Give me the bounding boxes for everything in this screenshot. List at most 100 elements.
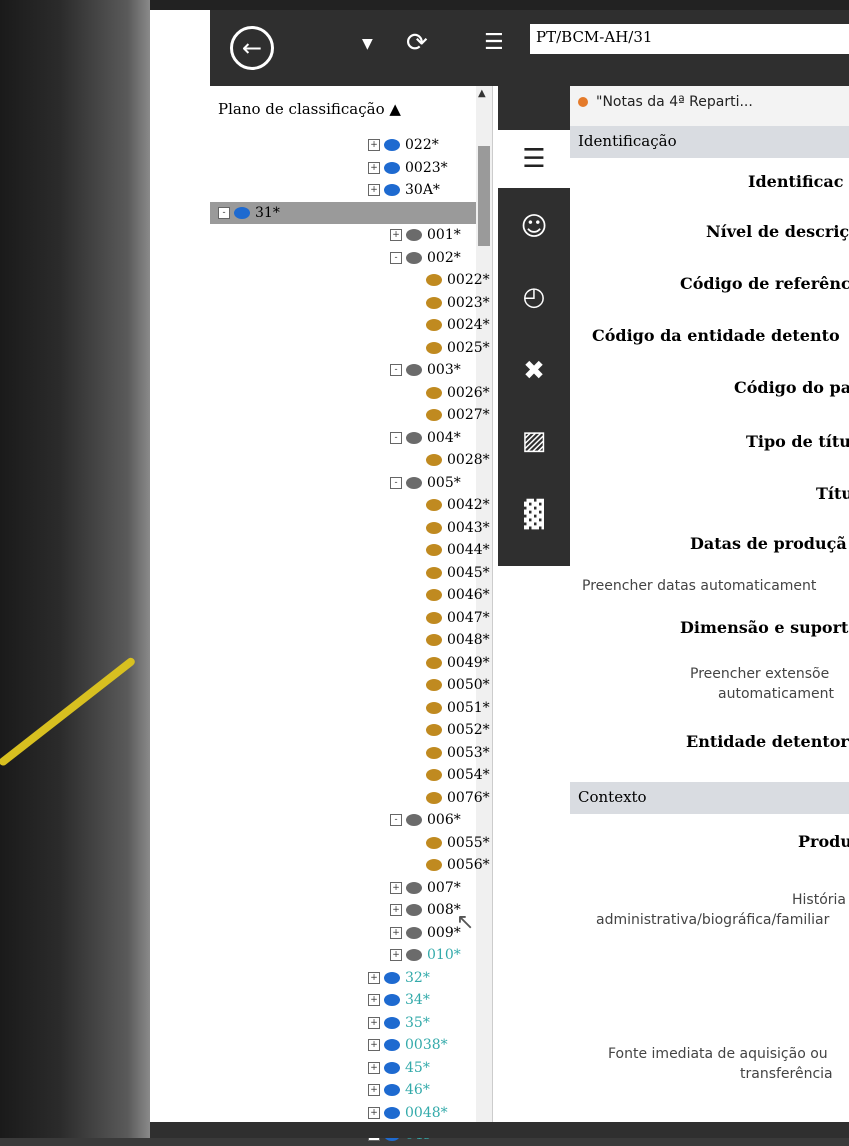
tree-node[interactable]: 0051* <box>412 697 490 719</box>
tree-node[interactable]: +34* <box>368 989 430 1011</box>
tree-node[interactable]: 0048* <box>412 629 490 651</box>
expand-icon[interactable]: + <box>368 994 380 1006</box>
tree-node[interactable]: 0076* <box>412 787 490 809</box>
refresh-icon[interactable]: ⟳ <box>406 28 428 58</box>
tree-node[interactable]: +35* <box>368 1012 430 1034</box>
tree-node[interactable]: - 004* <box>390 427 461 449</box>
tree-node[interactable]: +30A* <box>368 179 440 201</box>
tree-node[interactable]: +008* <box>390 899 461 921</box>
users-icon[interactable]: ☺ <box>498 212 570 242</box>
file-icon <box>426 836 442 849</box>
tree-node-label: 0027* <box>447 407 490 423</box>
tree-node[interactable]: +010* <box>390 944 461 966</box>
tree-node[interactable]: 0043* <box>412 517 490 539</box>
collapse-icon[interactable]: - <box>390 476 402 489</box>
tree-header[interactable]: Plano de classificação ▲ <box>218 100 401 118</box>
expand-icon[interactable]: + <box>368 1084 380 1096</box>
collapse-icon[interactable]: - <box>390 431 402 444</box>
tree-node-label: 30A* <box>405 182 440 198</box>
expand-icon[interactable]: + <box>368 161 380 174</box>
file-icon <box>426 544 442 556</box>
monitor-bezel-top <box>150 0 849 10</box>
expand-icon[interactable]: + <box>368 971 380 984</box>
scroll-up-icon[interactable]: ▲ <box>478 88 486 99</box>
tree-node[interactable]: +009* <box>390 922 461 944</box>
tree-node[interactable]: 0022* <box>412 269 490 291</box>
history-icon[interactable]: ◴ <box>498 282 570 312</box>
collapse-icon[interactable]: - <box>390 251 402 264</box>
tree-node[interactable]: 0049* <box>412 652 490 674</box>
series-icon <box>406 949 422 961</box>
tree-node[interactable]: +0048* <box>368 1102 448 1124</box>
tree-node[interactable]: +32* <box>368 967 430 989</box>
fonds-icon <box>234 206 250 219</box>
tree-node[interactable]: +0038* <box>368 1034 448 1056</box>
app-window: ← ▼ ⟳ ☰ PT/BCM-AH/31 Plano de classifica… <box>150 10 849 1143</box>
tools-icon[interactable]: ✖ <box>498 356 570 386</box>
tree-node[interactable]: 0056* <box>412 854 490 876</box>
expand-icon[interactable]: + <box>390 881 402 894</box>
tree-node[interactable]: +0023* <box>368 157 448 179</box>
note-fonte-2: transferência <box>740 1066 833 1082</box>
tree-node[interactable]: +46* <box>368 1079 430 1101</box>
expand-icon[interactable]: + <box>368 139 380 151</box>
series-icon <box>406 476 422 489</box>
tree-node[interactable]: 0050* <box>412 674 490 696</box>
mouse-pointer-icon: ↖ <box>456 910 475 935</box>
tree-node[interactable]: 0045* <box>412 562 490 584</box>
tree-node[interactable]: 0027* <box>412 404 490 426</box>
expand-icon[interactable]: + <box>390 949 402 961</box>
back-arrow-icon[interactable]: ← <box>230 26 274 70</box>
fonds-icon <box>384 1039 400 1051</box>
expand-icon[interactable]: + <box>390 926 402 939</box>
tree-node-label: 001* <box>427 227 461 243</box>
image-link-icon[interactable]: ▨ <box>498 426 570 456</box>
tree-node[interactable]: 0024* <box>412 314 490 336</box>
chart-link-icon[interactable]: ▓ <box>498 500 570 530</box>
tree-node[interactable]: 0044* <box>412 539 490 561</box>
tree-node[interactable]: 0046* <box>412 584 490 606</box>
tree-node[interactable]: 0052* <box>412 719 490 741</box>
tree-node-label: 0056* <box>447 857 490 873</box>
tree-node[interactable]: 0047* <box>412 607 490 629</box>
collapse-icon[interactable]: - <box>390 364 402 376</box>
collapse-icon[interactable]: - <box>218 206 230 219</box>
series-icon <box>406 431 422 444</box>
tree-node-label: 46* <box>405 1082 430 1098</box>
tree-node[interactable]: 0023* <box>412 292 490 314</box>
chevron-down-icon[interactable]: ▼ <box>362 36 373 52</box>
expand-icon[interactable]: + <box>390 229 402 241</box>
tree-node[interactable]: 0054* <box>412 764 490 786</box>
tree-node[interactable]: 0028* <box>412 449 490 471</box>
tree-node[interactable]: - 002* <box>390 247 461 269</box>
tree-node[interactable]: +45* <box>368 1057 430 1079</box>
expand-icon[interactable]: + <box>390 904 402 916</box>
label-identificacao: Identificac <box>748 172 844 191</box>
tree-node[interactable]: +001* <box>390 224 461 246</box>
expand-icon[interactable]: + <box>368 1016 380 1029</box>
tree-node[interactable]: 0055* <box>412 832 490 854</box>
tree-node[interactable]: +007* <box>390 877 461 899</box>
tree-node[interactable]: - 31* <box>210 201 476 224</box>
tree-node[interactable]: 0042* <box>412 494 490 516</box>
tree-node[interactable]: - 003* <box>390 359 461 381</box>
expand-icon[interactable]: + <box>368 1061 380 1074</box>
expand-icon[interactable]: + <box>368 1106 380 1119</box>
tree-node[interactable]: +022* <box>368 134 439 156</box>
tree-node[interactable]: 0053* <box>412 742 490 764</box>
reference-field[interactable]: PT/BCM-AH/31 <box>530 24 849 54</box>
list-view-icon[interactable]: ☰ <box>498 130 570 188</box>
expand-icon[interactable]: + <box>368 184 380 196</box>
section-identificacao[interactable]: Identificação <box>570 126 849 158</box>
tree-node[interactable]: 0025* <box>412 337 490 359</box>
file-icon <box>426 499 442 511</box>
tree-node[interactable]: - 006* <box>390 809 461 831</box>
collapse-icon[interactable]: - <box>390 814 402 826</box>
scroll-thumb[interactable] <box>478 146 490 246</box>
tab-notas[interactable]: "Notas da 4ª Reparti... <box>578 94 753 110</box>
section-contexto[interactable]: Contexto <box>570 782 849 814</box>
expand-icon[interactable]: + <box>368 1039 380 1051</box>
list-search-icon[interactable]: ☰ <box>484 30 504 55</box>
tree-node[interactable]: - 005* <box>390 472 461 494</box>
tree-node[interactable]: 0026* <box>412 382 490 404</box>
